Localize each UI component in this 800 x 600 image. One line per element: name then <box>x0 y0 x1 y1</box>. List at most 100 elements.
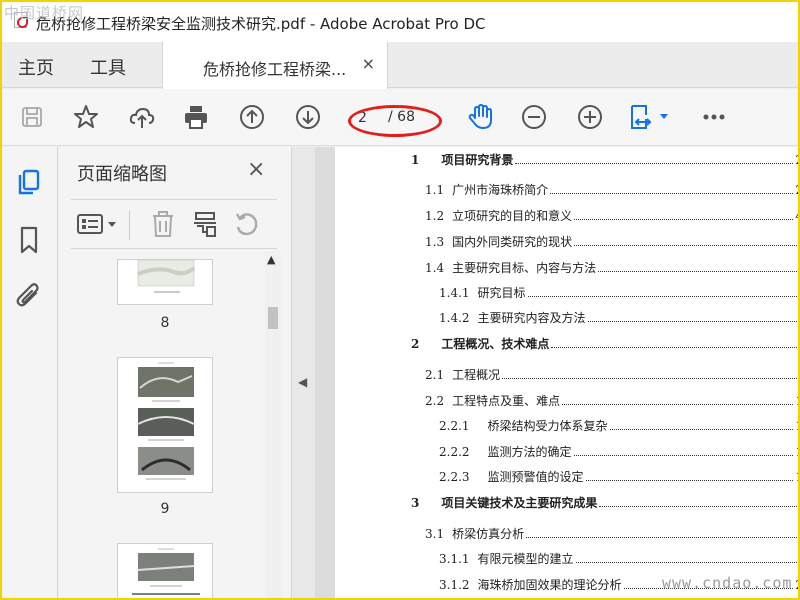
scroll-up-icon[interactable]: ▲ <box>267 253 275 266</box>
thumbnail-panel: 页面缩略图 × 8 9 ▲ <box>59 147 291 598</box>
toc-entry[interactable]: 1.3 国内外同类研究的现状 <box>425 233 798 251</box>
toc-entry-title: 海珠桥加固效果的理论分析 <box>477 578 622 592</box>
tab-tools[interactable]: 工具 <box>90 54 126 80</box>
page-thumbnail-10[interactable] <box>117 543 213 598</box>
toc-entry-number: 2.2 <box>425 394 445 408</box>
attachment-icon[interactable] <box>14 281 44 311</box>
insert-page-icon[interactable] <box>191 210 219 238</box>
toc-entry-number: 2.2.1 <box>439 419 470 433</box>
print-icon[interactable] <box>180 101 212 133</box>
toc-leader-dots <box>599 506 798 507</box>
toc-entry-number: 1.4.1 <box>439 286 470 300</box>
collapse-panel-icon[interactable]: ◀ <box>298 375 307 389</box>
toc-entry-title: 监测方法的确定 <box>487 445 572 459</box>
toc-entry[interactable]: 2.2.1 桥梁结构受力体系复杂 1 <box>439 417 798 435</box>
toc-entry[interactable]: 1.4.1 研究目标 <box>439 284 798 302</box>
window-title: 危桥抢修工程桥梁安全监测技术研究.pdf - Adobe Acrobat Pro… <box>36 15 486 33</box>
toc-entry-number: 3 <box>411 496 420 510</box>
toc-entry-page: 4 <box>795 209 798 223</box>
watermark-bottom: www.cndao.com <box>662 574 793 592</box>
toc-entry[interactable]: 1.2 立项研究的目的和意义 4 <box>425 207 798 225</box>
toc-entry-number: 1.4.2 <box>439 311 470 325</box>
toc-leader-dots <box>515 163 794 164</box>
toc-entry[interactable]: 1 项目研究背景 2 <box>411 151 798 169</box>
page-number-input[interactable] <box>358 107 380 129</box>
trash-icon[interactable] <box>149 210 177 238</box>
toc-leader-dots <box>502 378 798 379</box>
hand-icon[interactable] <box>464 101 496 133</box>
panel-collapse-strip[interactable]: ◀ <box>291 147 315 598</box>
toc-entry-page: 2 <box>795 183 798 197</box>
toc-entry-title: 工程概况 <box>452 368 501 382</box>
thumbnail-options-icon[interactable] <box>75 210 121 238</box>
save-icon[interactable] <box>16 101 48 133</box>
toc-leader-dots <box>574 245 798 246</box>
toc-leader-dots <box>574 219 794 220</box>
toc-leader-dots <box>573 455 794 456</box>
thumbnail-list[interactable]: 8 9 ▲ <box>59 251 291 598</box>
page-navigator: / 68 <box>354 105 436 131</box>
toc-entry-title: 广州市海珠桥简介 <box>452 183 549 197</box>
toc-entry[interactable]: 1.4 主要研究目标、内容与方法 <box>425 259 798 277</box>
fit-width-icon[interactable] <box>628 101 672 133</box>
toc-leader-dots <box>585 480 794 481</box>
toc-entry[interactable]: 2.2 工程特点及重、难点 1 <box>425 392 798 410</box>
zoom-out-icon[interactable] <box>518 101 550 133</box>
toc-entry[interactable]: 3.1 桥梁仿真分析 <box>425 525 798 543</box>
document-view[interactable]: 1 项目研究背景 2 1.1 广州市海珠桥简介 2 1.2 立项研究的目的和意义 4 1.3 国内外… <box>315 147 798 598</box>
toc-entry-title: 桥梁结构受力体系复杂 <box>487 419 608 433</box>
toc-entry-number: 1.4 <box>425 261 445 275</box>
toc-entry-title: 有限元模型的建立 <box>477 552 574 566</box>
arrow-down-circle-icon[interactable] <box>292 101 324 133</box>
toc-entry-number: 3.1.1 <box>439 552 470 566</box>
toc-entry[interactable]: 2 工程概况、技术难点 <box>411 335 798 353</box>
toc-leader-dots <box>562 404 794 405</box>
thumbnail-page-label: 8 <box>160 315 170 331</box>
toc-leader-dots <box>527 296 798 297</box>
toc-entry[interactable]: 1.4.2 主要研究内容及方法 <box>439 309 798 327</box>
rotate-icon[interactable] <box>233 210 261 238</box>
document-page: 1 项目研究背景 2 1.1 广州市海珠桥简介 2 1.2 立项研究的目的和意义 4 1.3 国内外… <box>335 147 798 598</box>
tab-document[interactable]: 危桥抢修工程桥梁... × <box>162 42 388 89</box>
toc-entry[interactable]: 3.1.1 有限元模型的建立 <box>439 550 798 568</box>
toc-entry-number: 3.1 <box>425 527 445 541</box>
tab-home[interactable]: 主页 <box>18 54 54 80</box>
page-thumbnail-8[interactable] <box>117 259 213 305</box>
scroll-thumb[interactable] <box>268 307 278 329</box>
toc-entry-title: 立项研究的目的和意义 <box>452 209 573 223</box>
thumbnail-scrollbar[interactable]: ▲ <box>265 251 281 598</box>
toc-entry-number: 1.3 <box>425 235 445 249</box>
page-total: / 68 <box>388 109 415 125</box>
page-thumbnail-9[interactable] <box>117 357 213 493</box>
toc-entry-page: 2 <box>795 153 798 167</box>
cloud-upload-icon[interactable] <box>126 101 158 133</box>
star-icon[interactable] <box>70 101 102 133</box>
thumbnail-toolbar <box>71 199 277 249</box>
toolbar: / 68 <box>2 89 798 146</box>
toc-entry-number: 1.1 <box>425 183 445 197</box>
toc-entry[interactable]: 2.2.3 监测预警值的设定 1 <box>439 468 798 486</box>
page-thumbnails-icon[interactable] <box>14 167 44 197</box>
toc-entry-title: 主要研究内容及方法 <box>477 311 586 325</box>
tab-bar: 主页 工具 危桥抢修工程桥梁... × <box>2 42 798 89</box>
toc-entry-number: 2.2.2 <box>439 445 470 459</box>
toc-entry[interactable]: 2.1 工程概况 <box>425 366 798 384</box>
title-bar: 危桥抢修工程桥梁安全监测技术研究.pdf - Adobe Acrobat Pro… <box>2 2 798 42</box>
more-icon[interactable] <box>698 101 730 133</box>
close-panel-icon[interactable]: × <box>247 157 265 182</box>
toc-entry[interactable]: 2.2.2 监测方法的确定 1 <box>439 443 798 461</box>
bookmark-icon[interactable] <box>14 225 44 255</box>
toc-leader-dots <box>587 321 798 322</box>
toc-entry[interactable]: 1.1 广州市海珠桥简介 2 <box>425 181 798 199</box>
close-tab-icon[interactable]: × <box>362 54 375 73</box>
zoom-in-icon[interactable] <box>574 101 606 133</box>
toc-leader-dots <box>598 271 798 272</box>
toc-entry-number: 2 <box>411 337 420 351</box>
toc-entry[interactable]: 3 项目关键技术及主要研究成果 <box>411 494 798 512</box>
toc-entry-page: 1 <box>795 394 798 408</box>
arrow-up-circle-icon[interactable] <box>236 101 268 133</box>
toc-entry-number: 2.2.3 <box>439 470 470 484</box>
toc-entry-page: 1 <box>795 445 798 459</box>
left-rail <box>2 147 58 598</box>
toc-entry-title: 主要研究目标、内容与方法 <box>452 261 597 275</box>
